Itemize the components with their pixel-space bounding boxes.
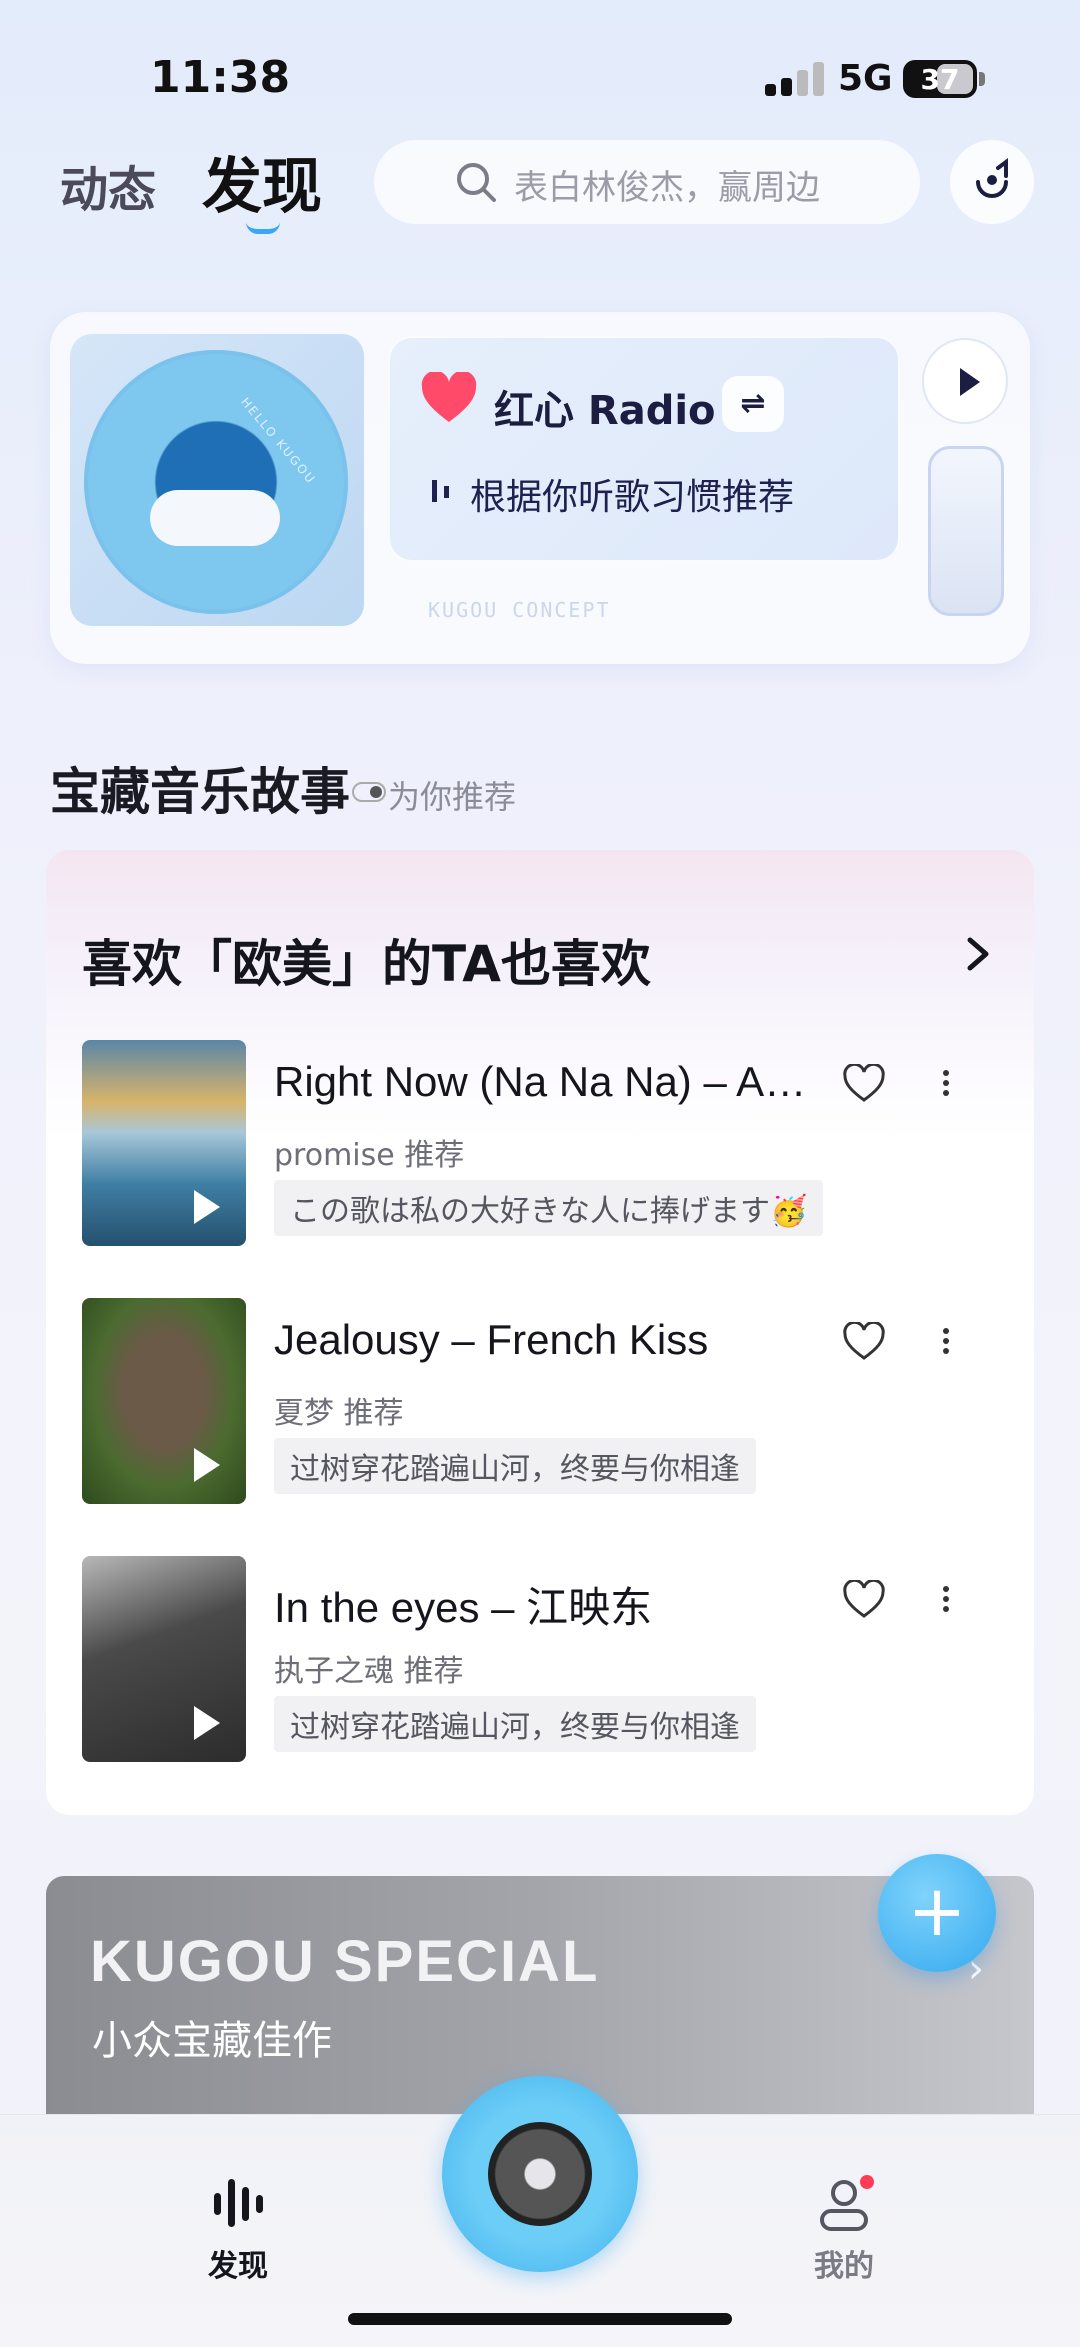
song-comment: この歌は私の大好きな人に捧げます🥳 (274, 1180, 824, 1236)
radio-info-panel[interactable]: 红心 Radio ⇌ 根据你听歌习惯推荐 (388, 336, 900, 562)
tab-discover[interactable]: 发现 (202, 138, 322, 225)
equalizer-icon (432, 480, 449, 502)
song-item[interactable]: Jealousy – French Kiss 夏梦 推荐 过树穿花踏遍山河，终要… (82, 1298, 1002, 1504)
plus-icon: + (907, 1870, 967, 1952)
search-bar[interactable]: 表白林俊杰，赢周边 (374, 140, 920, 224)
section-subtitle[interactable]: 为你推荐 (352, 772, 517, 818)
play-icon (194, 1706, 220, 1740)
user-icon (814, 2175, 874, 2235)
song-title: In the eyes – 江映东 (274, 1584, 653, 1631)
now-playing-cover (488, 2122, 592, 2226)
heart-outline-icon[interactable] (842, 1580, 886, 1620)
status-time: 11:38 (150, 52, 291, 103)
song-recommender: 夏梦 推荐 (274, 1396, 404, 1431)
song-title: Right Now (Na Na Na) – Akon (274, 1058, 814, 1105)
nav-mine-label: 我的 (814, 2249, 874, 2284)
song-comment: 过树穿花踏遍山河，终要与你相逢 (274, 1438, 756, 1494)
battery-icon: 37 (903, 60, 977, 98)
heart-radio-card[interactable]: HELLO KUGOU 红心 Radio ⇌ 根据你听歌习惯推荐 KUGOU C… (50, 312, 1030, 664)
radio-title: 红心 Radio (494, 388, 716, 434)
vinyl-box: HELLO KUGOU (70, 334, 364, 626)
song-cover[interactable] (82, 1556, 246, 1762)
home-indicator (348, 2313, 732, 2325)
play-icon (194, 1448, 220, 1482)
sing-button[interactable] (950, 140, 1034, 224)
play-icon (960, 368, 980, 396)
add-button[interactable]: + (878, 1854, 996, 1972)
more-icon[interactable] (934, 1324, 958, 1364)
tab-following[interactable]: 动态 (60, 150, 156, 220)
section-title: 宝藏音乐故事 (50, 763, 350, 821)
song-cover[interactable] (82, 1298, 246, 1504)
more-icon[interactable] (934, 1066, 958, 1106)
vinyl-record: HELLO KUGOU (84, 350, 348, 614)
discover-bars-icon (214, 2179, 263, 2227)
microphone-note-icon (976, 158, 1008, 198)
special-title: KUGOU SPECIAL (90, 1929, 600, 1994)
battery-tip (979, 72, 985, 86)
notification-dot (860, 2175, 874, 2189)
nav-discover[interactable]: 发现 (188, 2175, 288, 2285)
radio-subtitle: 根据你听歌习惯推荐 (470, 477, 795, 518)
battery-level: 37 (920, 63, 960, 96)
song-recommender: 执子之魂 推荐 (274, 1654, 464, 1689)
story-card: 喜欢「欧美」的TA也喜欢 Right Now (Na Na Na) – Akon… (46, 850, 1034, 1815)
heart-outline-icon[interactable] (842, 1064, 886, 1104)
radio-side-slider[interactable] (928, 446, 1004, 616)
song-recommender: promise 推荐 (274, 1138, 465, 1173)
switch-mode-button[interactable]: ⇌ (722, 376, 784, 432)
heart-icon (421, 372, 477, 422)
signal-icon (765, 62, 825, 96)
radio-play-button[interactable] (922, 338, 1008, 424)
cloud-artwork (150, 490, 280, 546)
nav-discover-label: 发现 (208, 2249, 268, 2284)
chevron-right-icon[interactable] (964, 934, 992, 974)
vinyl-label: HELLO KUGOU (238, 394, 319, 488)
song-title: Jealousy – French Kiss (274, 1316, 709, 1363)
tab-active-indicator (246, 222, 280, 234)
now-playing-disc[interactable] (442, 2076, 638, 2272)
song-comment: 过树穿花踏遍山河，终要与你相逢 (274, 1696, 756, 1752)
search-icon (457, 163, 496, 202)
play-icon (194, 1190, 220, 1224)
toggle-icon (352, 782, 386, 802)
special-subtitle: 小众宝藏佳作 (92, 2018, 332, 2064)
song-item[interactable]: In the eyes – 江映东 执子之魂 推荐 过树穿花踏遍山河，终要与你相… (82, 1556, 1002, 1762)
song-cover[interactable] (82, 1040, 246, 1246)
story-heading[interactable]: 喜欢「欧美」的TA也喜欢 (82, 924, 651, 996)
heart-outline-icon[interactable] (842, 1322, 886, 1362)
search-placeholder: 表白林俊杰，赢周边 (514, 168, 820, 208)
network-label: 5G (838, 58, 893, 99)
section-subtitle-text: 为你推荐 (388, 778, 517, 816)
song-item[interactable]: Right Now (Na Na Na) – Akon promise 推荐 こ… (82, 1040, 1002, 1246)
nav-mine[interactable]: 我的 (794, 2175, 894, 2285)
concept-label: KUGOU CONCEPT (428, 598, 611, 622)
status-bar: 11:38 5G 37 (0, 0, 1080, 130)
more-icon[interactable] (934, 1582, 958, 1622)
